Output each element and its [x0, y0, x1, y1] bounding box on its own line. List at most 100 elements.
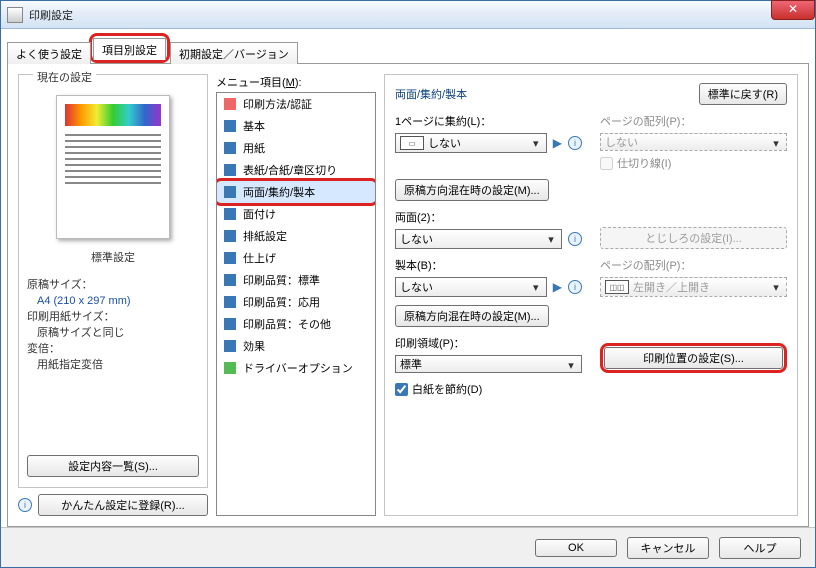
aggregate-thumb-icon: ▭	[400, 136, 424, 150]
section-title: 両面/集約/製本	[395, 86, 691, 102]
aggregate-value: しない	[428, 135, 461, 151]
menu-item-label: 効果	[243, 338, 265, 354]
spec-orig-label: 原稿サイズ：	[27, 277, 199, 293]
info-icon: i	[18, 498, 32, 512]
menu-item[interactable]: 印刷品質：その他	[217, 313, 375, 335]
menu-item[interactable]: 印刷方法/認証	[217, 93, 375, 115]
booklet-row: 製本(B)： しない ▾ ▶ i ページの配列(P)：	[395, 257, 787, 297]
menu-item-icon	[223, 339, 237, 353]
booklet-layout-select: ◫◫ 左開き／上開き ▾	[600, 277, 787, 297]
booklet-layout-icon: ◫◫	[605, 280, 629, 294]
menu-item-label: 両面/集約/製本	[243, 184, 315, 200]
printer-icon	[7, 7, 23, 23]
booklet-select[interactable]: しない ▾	[395, 277, 547, 297]
chevron-down-icon: ▾	[529, 280, 543, 294]
info-icon[interactable]: i	[568, 232, 582, 246]
menu-item[interactable]: 排紙設定	[217, 225, 375, 247]
save-blank-check[interactable]: 白紙を節約(D)	[395, 381, 787, 397]
spec-zoom-value: 用紙指定変倍	[27, 357, 199, 373]
info-icon[interactable]: i	[568, 280, 582, 294]
booklet-layout-label: ページの配列(P)：	[600, 257, 787, 273]
mixed-orientation-button-1[interactable]: 原稿方向混在時の設定(M)...	[395, 179, 549, 201]
booklet-value: しない	[400, 279, 433, 295]
tab-by-item[interactable]: 項目別設定	[93, 38, 166, 60]
register-easy-button[interactable]: かんたん設定に登録(R)...	[38, 494, 208, 516]
page-preview	[56, 95, 170, 239]
duplex-value: しない	[400, 231, 433, 247]
separator-line-label: 仕切り線(I)	[617, 155, 671, 171]
detail-group: 両面/集約/製本 標準に戻す(R) 1ページに集約(L)： ▭ しない ▾	[384, 74, 798, 516]
mixed-orientation-button-2[interactable]: 原稿方向混在時の設定(M)...	[395, 305, 549, 327]
booklet-label: 製本(B)：	[395, 257, 582, 273]
print-settings-window: 印刷設定 ✕ よく使う設定 項目別設定 初期設定／バージョン 現在の設定	[0, 0, 816, 568]
menu-item[interactable]: ドライバーオプション	[217, 357, 375, 379]
save-blank-checkbox[interactable]	[395, 383, 408, 396]
help-button[interactable]: ヘルプ	[719, 537, 801, 559]
chevron-down-icon: ▾	[529, 136, 543, 150]
print-area-label: 印刷領域(P)：	[395, 335, 582, 351]
menu-item-icon	[223, 251, 237, 265]
menu-item[interactable]: 仕上げ	[217, 247, 375, 269]
page-preview-wrap	[27, 95, 199, 239]
page-layout-label: ページの配列(P)：	[600, 113, 787, 129]
menu-item[interactable]: 印刷品質：標準	[217, 269, 375, 291]
restore-defaults-button[interactable]: 標準に戻す(R)	[699, 83, 787, 105]
content: よく使う設定 項目別設定 初期設定／バージョン 現在の設定	[1, 29, 815, 527]
menu-list[interactable]: 印刷方法/認証基本用紙表紙/合紙/章区切り両面/集約/製本面付け排紙設定仕上げ印…	[216, 92, 376, 516]
booklet-layout-value: 左開き／上開き	[633, 279, 710, 295]
aggregate-select[interactable]: ▭ しない ▾	[395, 133, 547, 153]
current-settings-title: 現在の設定	[33, 69, 96, 85]
menu-item-label: 印刷品質：その他	[243, 316, 331, 332]
save-blank-label: 白紙を節約(D)	[412, 381, 482, 397]
menu-item-icon	[223, 317, 237, 331]
spec-paper-label: 印刷用紙サイズ：	[27, 309, 199, 325]
menu-item[interactable]: 印刷品質：応用	[217, 291, 375, 313]
menu-item-label: 表紙/合紙/章区切り	[243, 162, 337, 178]
tab-frequent[interactable]: よく使う設定	[7, 42, 91, 64]
print-position-button[interactable]: 印刷位置の設定(S)...	[604, 347, 783, 369]
cancel-button[interactable]: キャンセル	[627, 537, 709, 559]
preset-name: 標準設定	[27, 249, 199, 265]
chevron-down-icon: ▾	[564, 358, 578, 372]
duplex-label: 両面(2)：	[395, 209, 582, 225]
page-layout-value: しない	[605, 134, 638, 150]
menu-item[interactable]: 面付け	[217, 203, 375, 225]
info-icon[interactable]: i	[568, 136, 582, 150]
menu-item-label: 印刷品質：応用	[243, 294, 320, 310]
tab-panel: 現在の設定 標準設定 原稿サイズ： A4 (210 x 297 mm)	[7, 63, 809, 527]
chevron-down-icon: ▾	[544, 232, 558, 246]
settings-list-button[interactable]: 設定内容一覧(S)...	[27, 455, 199, 477]
detail-column: 両面/集約/製本 標準に戻す(R) 1ページに集約(L)： ▭ しない ▾	[384, 74, 798, 516]
footer: OK キャンセル ヘルプ	[1, 527, 815, 567]
print-area-select[interactable]: 標準 ▾	[395, 355, 582, 373]
menu-item-icon	[223, 163, 237, 177]
menu-item-label: 排紙設定	[243, 228, 287, 244]
close-button[interactable]: ✕	[771, 0, 815, 20]
spec-paper-value: 原稿サイズと同じ	[27, 325, 199, 341]
menu-item[interactable]: 効果	[217, 335, 375, 357]
menu-item-label: 印刷品質：標準	[243, 272, 320, 288]
aggregate-row: 1ページに集約(L)： ▭ しない ▾ ▶ i	[395, 113, 787, 171]
menu-item-label: ドライバーオプション	[243, 360, 353, 376]
duplex-select[interactable]: しない ▾	[395, 229, 562, 249]
ok-button[interactable]: OK	[535, 539, 617, 557]
menu-item-icon	[223, 185, 237, 199]
tab-defaults-version[interactable]: 初期設定／バージョン	[170, 42, 298, 64]
aggregate-label: 1ページに集約(L)：	[395, 113, 582, 129]
menu-item[interactable]: 両面/集約/製本	[217, 181, 375, 203]
menu-item[interactable]: 基本	[217, 115, 375, 137]
menu-item-icon	[223, 273, 237, 287]
spec-orig-value: A4 (210 x 297 mm)	[27, 293, 199, 309]
menu-item-label: 仕上げ	[243, 250, 276, 266]
menu-items-label: メニュー項目(M):	[216, 74, 376, 90]
arrow-right-icon: ▶	[553, 280, 562, 294]
spec-list: 原稿サイズ： A4 (210 x 297 mm) 印刷用紙サイズ： 原稿サイズと…	[27, 277, 199, 373]
menu-item-icon	[223, 141, 237, 155]
register-row: i かんたん設定に登録(R)...	[18, 494, 208, 516]
page-layout-select: しない ▾	[600, 133, 787, 151]
menu-item[interactable]: 表紙/合紙/章区切り	[217, 159, 375, 181]
menu-item-icon	[223, 119, 237, 133]
separator-line-checkbox	[600, 157, 613, 170]
menu-item[interactable]: 用紙	[217, 137, 375, 159]
arrow-right-icon: ▶	[553, 136, 562, 150]
